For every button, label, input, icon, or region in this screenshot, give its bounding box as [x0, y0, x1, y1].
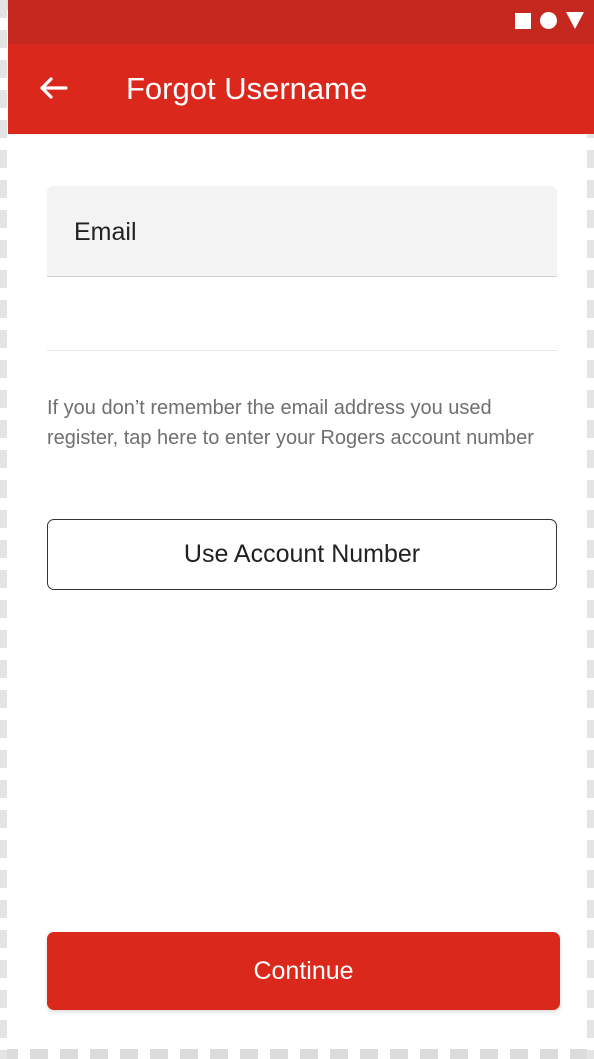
email-field-label: Email: [74, 218, 137, 246]
screenshot-border-left: [0, 0, 7, 1059]
square-icon: [515, 12, 531, 29]
arrow-left-icon[interactable]: [36, 71, 70, 105]
continue-button[interactable]: Continue: [47, 932, 560, 1010]
circle-icon: [540, 12, 557, 29]
status-bar: [8, 0, 594, 44]
status-icons: [515, 12, 584, 29]
app-bar: Forgot Username: [8, 44, 594, 134]
email-field[interactable]: Email: [47, 186, 557, 277]
screenshot-border-bottom: [0, 1049, 594, 1059]
help-text: If you don’t remember the email address …: [47, 397, 534, 449]
divider: [47, 350, 557, 351]
page-title: Forgot Username: [126, 71, 368, 106]
triangle-icon: [566, 12, 584, 29]
screenshot-border-right: [587, 0, 594, 1059]
use-account-number-button[interactable]: Use Account Number: [47, 519, 557, 590]
screen: Forgot Username Email If you don’t remem…: [0, 0, 594, 1059]
